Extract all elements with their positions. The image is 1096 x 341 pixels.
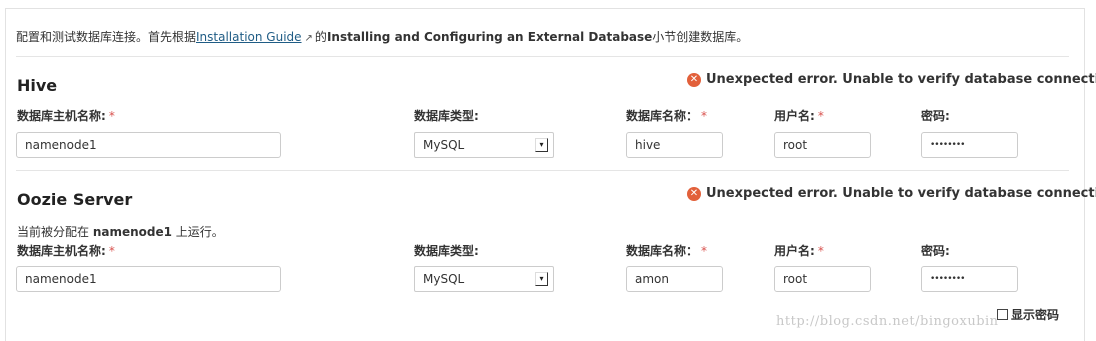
hive-error-message: ✕ Unexpected error. Unable to verify dat… [687,72,1096,87]
installation-guide-link[interactable]: Installation Guide [196,30,302,44]
oozie-db-type-value: MySQL [423,272,465,286]
oozie-user-input[interactable]: root [774,266,871,292]
error-text: Unexpected error. Unable to verify datab… [706,186,1096,201]
hive-db-type-select[interactable]: MySQL ▾ [414,132,554,158]
oozie-dbname-label: 数据库名称： * [626,244,708,258]
intro-suffix: 小节创建数据库。 [652,30,749,44]
hive-host-input[interactable]: namenode1 [16,132,281,158]
dropdown-arrow-icon[interactable]: ▾ [535,138,548,152]
intro-bold-section: Installing and Configuring an External D… [326,30,653,44]
hive-db-type-value: MySQL [423,138,465,152]
oozie-error-message: ✕ Unexpected error. Unable to verify dat… [687,186,1096,201]
oozie-db-type-select[interactable]: MySQL ▾ [414,266,554,292]
hive-password-label: 密码: [921,109,950,123]
intro-text: 配置和测试数据库连接。首先根据Installation Guide ↗ 的Insta… [16,28,748,45]
hive-host-label: 数据库主机名称: * [17,109,115,123]
oozie-type-label: 数据库类型: [414,244,479,258]
error-text: Unexpected error. Unable to verify datab… [706,72,1096,87]
oozie-host-input[interactable]: namenode1 [16,266,281,292]
oozie-password-input[interactable]: •••••••• [921,266,1018,292]
error-circle-icon: ✕ [687,186,701,201]
oozie-password-label: 密码: [921,244,950,258]
error-circle-icon: ✕ [687,72,701,87]
oozie-host-label: 数据库主机名称: * [17,244,115,258]
hive-dbname-label: 数据库名称： * [626,109,708,123]
dropdown-arrow-icon[interactable]: ▾ [535,272,548,286]
section-title-oozie: Oozie Server [17,190,133,209]
oozie-user-label: 用户名: * [774,244,824,258]
intro-middle: 的 [314,30,327,44]
divider [16,56,1069,57]
show-password-label: 显示密码 [1011,308,1060,322]
divider [16,170,1069,171]
hive-password-input[interactable]: •••••••• [921,132,1018,158]
hive-user-label: 用户名: * [774,109,824,123]
intro-prefix: 配置和测试数据库连接。首先根据 [16,30,197,44]
oozie-db-name-input[interactable]: amon [626,266,723,292]
section-title-hive: Hive [17,76,58,95]
hive-type-label: 数据库类型: [414,109,479,123]
hive-user-input[interactable]: root [774,132,871,158]
hive-db-name-input[interactable]: hive [626,132,723,158]
oozie-host-note: 当前被分配在 namenode1 上运行。 [17,225,224,239]
watermark: http://blog.csdn.net/bingoxubin [776,314,999,329]
show-password-toggle[interactable]: 显示密码 [997,306,1059,323]
external-link-icon: ↗ [304,33,313,44]
